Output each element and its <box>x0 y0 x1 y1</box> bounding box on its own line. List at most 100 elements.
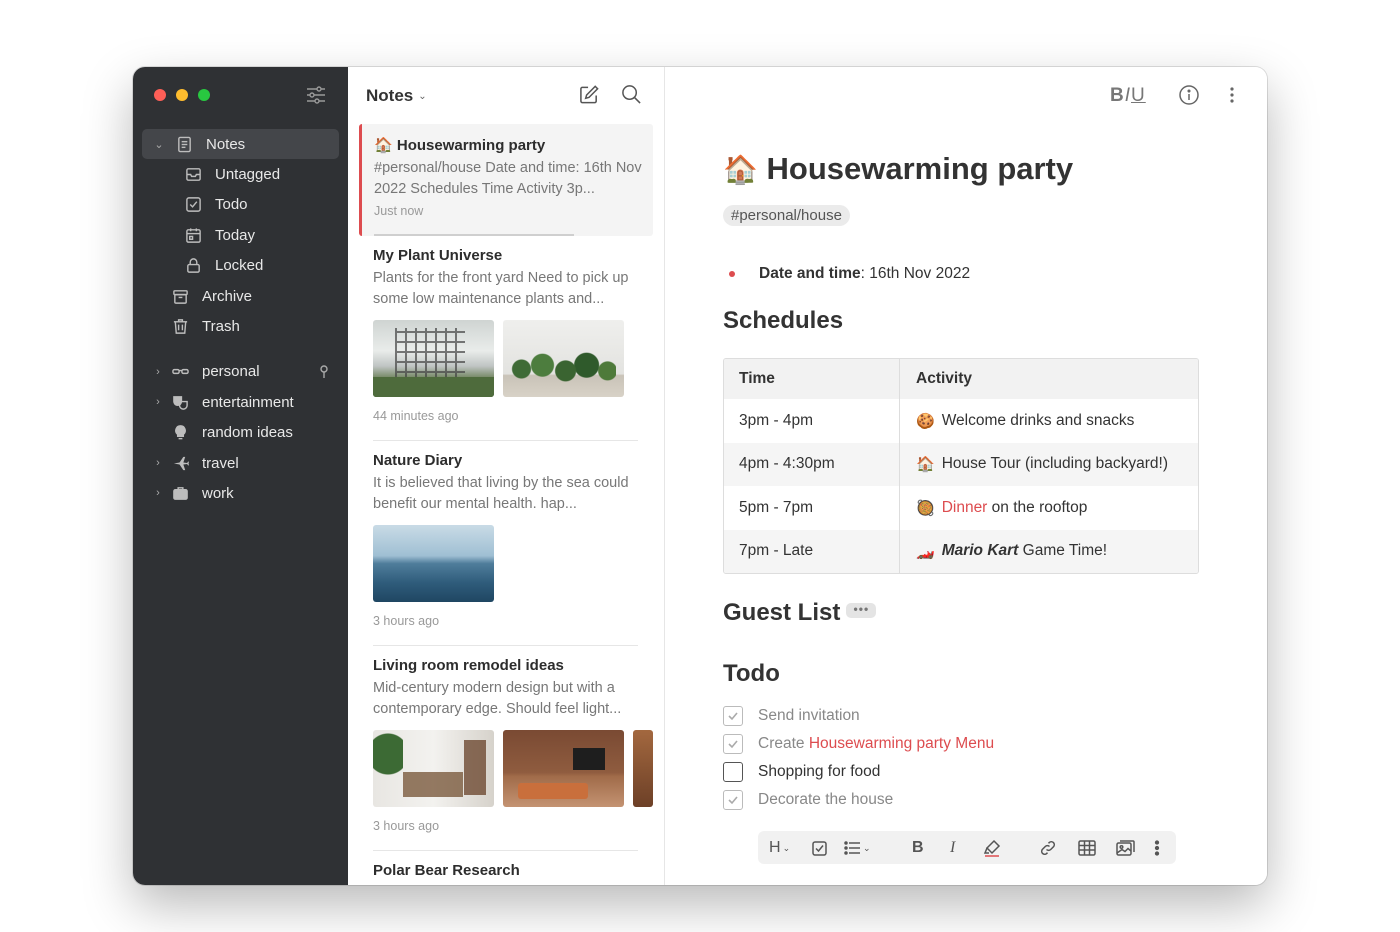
inbox-icon <box>183 166 203 184</box>
chevron-right-icon[interactable]: › <box>151 487 165 499</box>
todo-item: Shopping for food <box>723 762 880 782</box>
todo-text: Create <box>758 735 809 752</box>
search-icon[interactable] <box>621 84 643 106</box>
text-style-button[interactable]: BIU <box>1110 85 1146 107</box>
lightbulb-icon <box>170 424 190 442</box>
list-icon[interactable]: ⌄ <box>844 837 871 859</box>
note-list-header: Notes ⌄ <box>348 67 664 125</box>
note-time: 44 minutes ago <box>373 409 459 423</box>
sidebar-tag-random-ideas[interactable]: random ideas <box>133 418 348 448</box>
interior-photo-thumbnail[interactable] <box>633 730 653 807</box>
cookie-emoji: 🍪 <box>916 412 935 430</box>
sidebar: ⌄ Notes Untagged Todo Today Locked Archi… <box>133 67 348 885</box>
todo-item: Create Housewarming party Menu <box>723 734 994 754</box>
note-preview: Plants for the front yard Need to pick u… <box>373 270 629 307</box>
divider <box>373 645 638 646</box>
close-window-button[interactable] <box>154 89 166 101</box>
todo-checkbox-checked[interactable] <box>723 790 743 810</box>
heading-button[interactable]: H ⌄ <box>769 837 790 859</box>
table-icon[interactable] <box>1078 837 1096 859</box>
sidebar-tag-personal[interactable]: › personal <box>133 357 348 387</box>
living-room-photo-thumbnail[interactable] <box>373 730 494 807</box>
todo-checkbox-checked[interactable] <box>723 706 743 726</box>
note-card-nature-diary[interactable]: Nature Diary It is believed that living … <box>359 452 653 628</box>
sidebar-tag-travel[interactable]: › travel <box>133 448 348 478</box>
note-tag[interactable]: #personal/house <box>723 205 850 226</box>
sidebar-item-todo[interactable]: Todo <box>133 190 348 220</box>
sea-photo-thumbnail[interactable] <box>373 525 494 602</box>
todo-checkbox-checked[interactable] <box>723 734 743 754</box>
archive-icon <box>170 287 190 305</box>
pin-icon[interactable] <box>318 365 330 383</box>
link-icon[interactable] <box>1039 837 1057 859</box>
compose-icon[interactable] <box>579 84 601 106</box>
sidebar-tag-entertainment[interactable]: › entertainment <box>133 387 348 417</box>
sidebar-item-label: Notes <box>206 135 246 153</box>
note-time: 3 hours ago <box>373 819 440 833</box>
sidebar-tag-work[interactable]: › work <box>133 478 348 508</box>
sidebar-item-label: work <box>202 484 234 502</box>
guest-list-heading: Guest List ••• <box>723 599 877 627</box>
table-row: 4pm - 4:30pm 🏠 House Tour (including back… <box>724 442 1198 487</box>
house-photo-thumbnail[interactable] <box>373 320 494 397</box>
theater-masks-icon <box>170 393 190 411</box>
collapsed-section-button[interactable]: ••• <box>846 603 877 619</box>
more-vertical-icon[interactable] <box>1229 86 1235 104</box>
italic-button[interactable]: I <box>950 837 955 859</box>
lock-icon <box>183 257 203 275</box>
sidebar-item-today[interactable]: Today <box>133 220 348 250</box>
bold-label: B <box>1110 85 1125 106</box>
chevron-down-icon[interactable]: ⌄ <box>152 138 166 151</box>
table-cell: 7pm - Late <box>724 529 900 573</box>
highlighter-icon[interactable] <box>983 837 1001 859</box>
todo-text: Send invitation <box>758 707 860 724</box>
sync-progress-bar <box>374 234 574 236</box>
info-icon[interactable] <box>1178 84 1200 106</box>
glasses-icon <box>170 363 190 381</box>
minimize-window-button[interactable] <box>176 89 188 101</box>
checkbox-icon[interactable] <box>809 837 829 859</box>
house-emoji: 🏠 <box>723 154 758 185</box>
chevron-down-icon: ⌄ <box>782 842 791 853</box>
brick-lounge-photo-thumbnail[interactable] <box>503 730 624 807</box>
note-title: Nature Diary <box>373 452 463 469</box>
table-header-cell: Activity <box>916 370 972 387</box>
image-icon[interactable] <box>1116 837 1135 859</box>
bold-button[interactable]: B <box>912 837 924 859</box>
table-cell: 🏎️ Mario Kart Game Time! <box>900 530 1198 574</box>
sidebar-item-untagged[interactable]: Untagged <box>133 159 348 189</box>
calendar-icon <box>183 226 203 244</box>
chevron-right-icon[interactable]: › <box>151 457 165 469</box>
sliders-icon[interactable] <box>305 85 327 105</box>
bullet-label: Date and time <box>759 265 861 282</box>
note-card-plant-universe[interactable]: My Plant Universe Plants for the front y… <box>359 247 653 423</box>
note-card-living-room[interactable]: Living room remodel ideas Mid-century mo… <box>359 657 664 833</box>
sidebar-item-trash[interactable]: Trash <box>133 311 348 341</box>
note-card-polar-bear[interactable]: Polar Bear Research <box>359 862 653 879</box>
chevron-right-icon[interactable]: › <box>151 396 165 408</box>
race-car-emoji: 🏎️ <box>916 543 935 561</box>
table-cell: 🏠 House Tour (including backyard!) <box>900 443 1198 487</box>
house-emoji: 🏠 <box>374 137 393 154</box>
dinner-link[interactable]: Dinner <box>942 499 988 517</box>
note-list-title[interactable]: Notes <box>366 86 413 106</box>
schedules-heading: Schedules <box>723 307 844 334</box>
sidebar-item-notes[interactable]: ⌄ Notes <box>142 129 339 160</box>
sidebar-item-archive[interactable]: Archive <box>133 281 348 311</box>
table-cell: 4pm - 4:30pm <box>724 442 900 486</box>
more-vertical-icon[interactable] <box>1154 837 1160 859</box>
sidebar-item-locked[interactable]: Locked <box>133 251 348 281</box>
plants-photo-thumbnail[interactable] <box>503 320 624 397</box>
menu-note-link[interactable]: Housewarming party Menu <box>809 735 994 753</box>
chevron-down-icon[interactable]: ⌄ <box>418 91 426 102</box>
chevron-right-icon[interactable]: › <box>151 366 165 378</box>
bullet-dot <box>729 271 735 277</box>
sidebar-item-label: Archive <box>202 287 253 305</box>
heading-label: H <box>769 839 781 856</box>
bullet-value: 16th Nov 2022 <box>864 265 971 282</box>
todo-text: Shopping for food <box>758 763 881 780</box>
note-thumbnails <box>373 320 653 397</box>
todo-checkbox-unchecked[interactable] <box>723 762 743 782</box>
note-card-housewarming[interactable]: 🏠 Housewarming party #personal/house Dat… <box>359 124 653 236</box>
zoom-window-button[interactable] <box>198 89 210 101</box>
